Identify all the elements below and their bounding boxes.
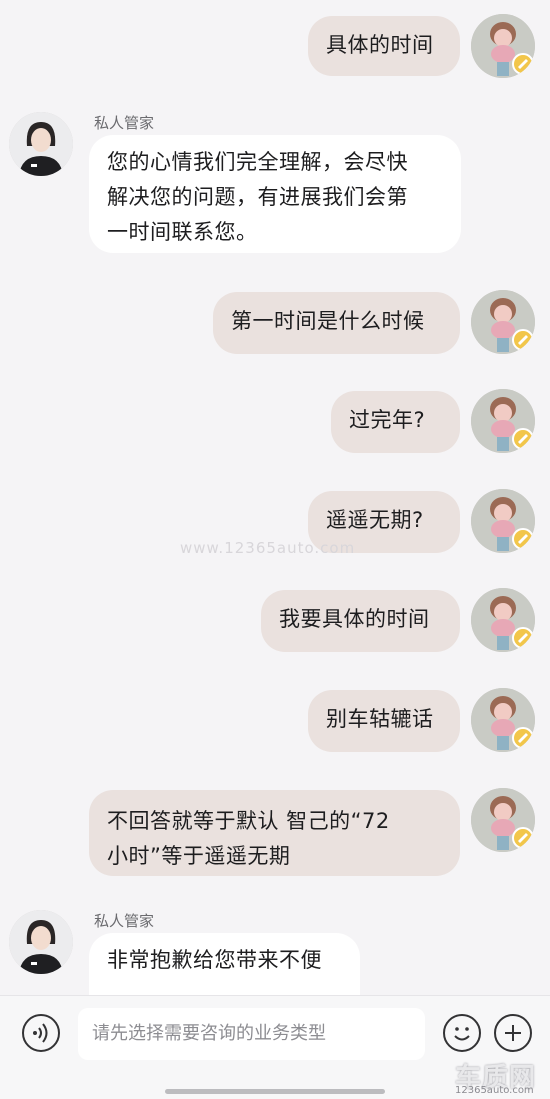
message-text: 非常抱歉给您带来不便 [107, 948, 322, 972]
emoji-button[interactable] [443, 1014, 481, 1052]
outgoing-message: 第一时间是什么时候 [213, 292, 460, 354]
agent-avatar[interactable] [9, 910, 73, 974]
voice-button[interactable] [22, 1014, 60, 1052]
emoji-icon [454, 1027, 470, 1041]
incoming-message: 您的心情我们完全理解，会尽快 解决您的问题，有进展我们会第 一时间联系您。 [89, 135, 461, 253]
agent-avatar[interactable] [9, 112, 73, 176]
message-text-line: 小时”等于遥遥无期 [107, 844, 291, 868]
chat-area[interactable]: 具体的时间 私人管家 您的心情我们完全理解，会尽快 解决您的问题，有进展我们会第… [0, 0, 550, 995]
message-text-line: 您的心情我们完全理解，会尽快 [107, 150, 408, 174]
user-avatar[interactable] [471, 489, 535, 553]
message-text-line: 一时间联系您。 [107, 220, 258, 244]
message-text: 具体的时间 [326, 33, 434, 57]
message-text: 过完年? [349, 408, 426, 432]
message-text-line: 不回答就等于默认 智己的“72 [107, 809, 390, 833]
site-logo-url: 12365auto.com [455, 1085, 534, 1096]
outgoing-message: 别车轱辘话 [308, 690, 460, 752]
user-avatar[interactable] [471, 588, 535, 652]
incoming-message: 非常抱歉给您带来不便 [89, 933, 360, 995]
user-avatar[interactable] [471, 688, 535, 752]
message-text: 别车轱辘话 [326, 707, 434, 731]
message-text: 我要具体的时间 [279, 607, 430, 631]
message-text: 遥遥无期? [326, 508, 424, 532]
add-button[interactable] [494, 1014, 532, 1052]
message-text: 第一时间是什么时候 [231, 309, 425, 333]
user-avatar[interactable] [471, 788, 535, 852]
sender-name: 私人管家 [94, 912, 155, 930]
outgoing-message: 不回答就等于默认 智己的“72 小时”等于遥遥无期 [89, 790, 460, 876]
outgoing-message: 我要具体的时间 [261, 590, 460, 652]
outgoing-message: 具体的时间 [308, 16, 460, 76]
home-indicator[interactable] [165, 1089, 385, 1094]
user-avatar[interactable] [471, 14, 535, 78]
user-avatar[interactable] [471, 290, 535, 354]
voice-icon [33, 1023, 48, 1043]
outgoing-message: 过完年? [331, 391, 460, 453]
plus-icon [505, 1025, 521, 1041]
message-text-line: 解决您的问题，有进展我们会第 [107, 185, 408, 209]
outgoing-message: 遥遥无期? [308, 491, 460, 553]
sender-name: 私人管家 [94, 114, 155, 132]
user-avatar[interactable] [471, 389, 535, 453]
message-input[interactable]: 请先选择需要咨询的业务类型 [78, 1008, 425, 1060]
